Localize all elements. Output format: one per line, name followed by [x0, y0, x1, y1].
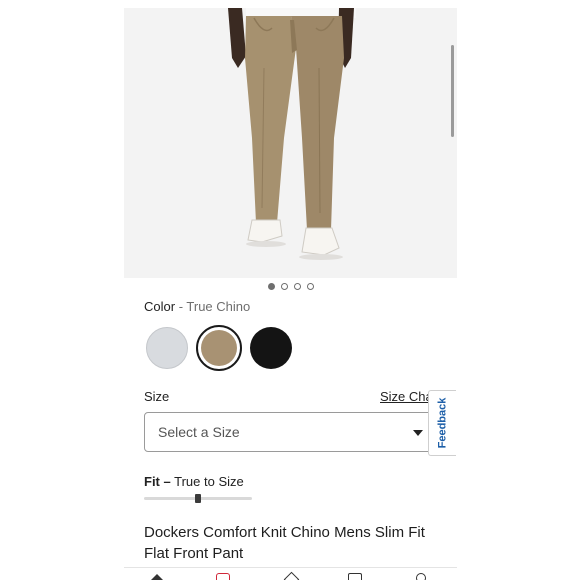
- carousel-dot-2[interactable]: [280, 283, 288, 290]
- product-page: Color - True Chino Size Size Chart Selec…: [124, 0, 457, 580]
- fit-scale: [144, 494, 252, 503]
- swatch-black-fill: [250, 327, 292, 369]
- color-label: Color: [144, 299, 176, 314]
- product-photo-illustration: [124, 8, 457, 278]
- fit-indicator: [195, 494, 201, 503]
- swatch-true-chino[interactable]: [196, 325, 242, 371]
- color-selected-value: True Chino: [186, 299, 251, 314]
- size-label: Size: [144, 389, 170, 404]
- fit-row: Fit – True to Size: [144, 474, 244, 489]
- size-select[interactable]: Select a Size: [144, 412, 444, 452]
- size-select-placeholder: Select a Size: [158, 424, 240, 440]
- chevron-down-icon: [413, 430, 423, 436]
- swatch-light-grey[interactable]: [144, 325, 190, 371]
- bottom-nav: [124, 567, 457, 580]
- search-icon[interactable]: [416, 573, 426, 580]
- swatch-true-chino-fill: [201, 330, 237, 366]
- carousel-dot-4[interactable]: [306, 283, 314, 290]
- fit-value: True to Size: [174, 474, 244, 489]
- home-icon[interactable]: [150, 573, 164, 580]
- feedback-label: Feedback: [436, 397, 449, 449]
- swatch-black[interactable]: [248, 325, 294, 371]
- product-image[interactable]: [124, 8, 457, 278]
- color-separator: -: [175, 299, 187, 314]
- color-swatches: [144, 325, 294, 371]
- bag-icon[interactable]: [348, 573, 362, 580]
- image-scrollbar[interactable]: [451, 45, 454, 137]
- product-title: Dockers Comfort Knit Chino Mens Slim Fit…: [144, 524, 425, 562]
- fit-label: Fit –: [144, 474, 171, 489]
- feedback-tab[interactable]: Feedback: [428, 390, 456, 456]
- tag-icon[interactable]: [284, 573, 298, 580]
- swatch-light-grey-fill: [146, 327, 188, 369]
- carousel-dot-3[interactable]: [293, 283, 301, 290]
- color-label-row: Color - True Chino: [144, 299, 250, 314]
- shop-icon[interactable]: [216, 573, 230, 580]
- carousel-dot-1[interactable]: [267, 283, 275, 290]
- carousel-dots: [124, 283, 457, 290]
